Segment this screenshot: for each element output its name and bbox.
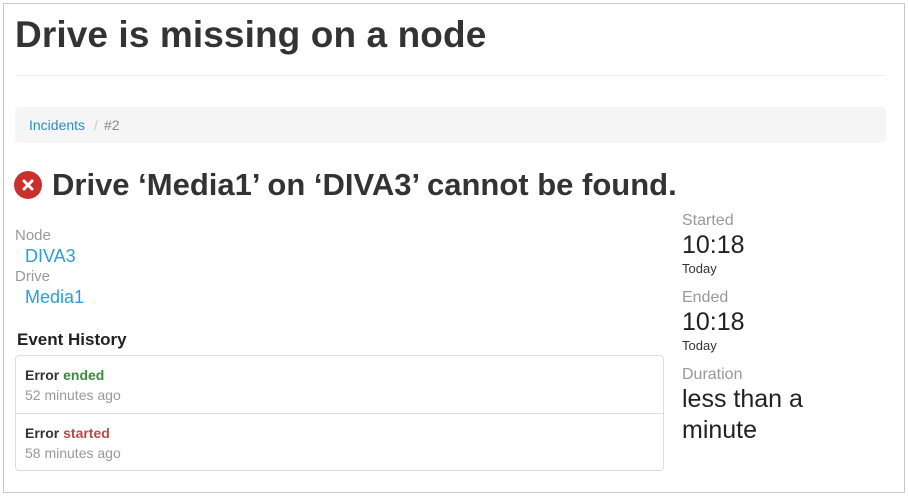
title-divider xyxy=(15,75,886,76)
drive-link[interactable]: Media1 xyxy=(15,286,84,309)
started-day: Today xyxy=(682,261,717,276)
drive-label: Drive xyxy=(15,268,51,285)
error-circle-x-icon xyxy=(14,171,42,199)
event-description: Error ended xyxy=(25,366,654,384)
duration-block: Duration less than a minute xyxy=(682,366,892,446)
breadcrumb-incidents-link[interactable]: Incidents xyxy=(29,117,85,133)
ended-label: Ended xyxy=(682,289,729,306)
ended-day: Today xyxy=(682,338,717,353)
breadcrumb: Incidents / #2 xyxy=(15,107,886,143)
breadcrumb-current: #2 xyxy=(103,117,120,133)
started-block: Started 10:18 Today xyxy=(682,212,892,277)
breadcrumb-separator: / xyxy=(94,117,98,133)
node-link[interactable]: DIVA3 xyxy=(15,245,84,268)
node-label: Node xyxy=(15,227,51,244)
event-status-started: started xyxy=(63,425,110,441)
list-item: Error ended 52 minutes ago xyxy=(16,356,663,413)
incident-timing-summary: Started 10:18 Today Ended 10:18 Today Du… xyxy=(682,212,892,458)
event-time: 58 minutes ago xyxy=(25,445,121,461)
ended-block: Ended 10:18 Today xyxy=(682,289,892,354)
started-time: 10:18 xyxy=(682,231,745,259)
event-history-list: Error ended 52 minutes ago Error started… xyxy=(15,355,664,471)
event-status-ended: ended xyxy=(63,367,105,383)
incident-properties: Node DIVA3 Drive Media1 xyxy=(15,227,84,309)
event-history-heading: Event History xyxy=(17,330,127,349)
event-description: Error started xyxy=(25,424,654,442)
event-subject: Error xyxy=(25,367,60,383)
event-subject: Error xyxy=(25,425,60,441)
page-title: Drive is missing on a node xyxy=(15,14,487,55)
event-time: 52 minutes ago xyxy=(25,387,121,403)
list-item: Error started 58 minutes ago xyxy=(16,413,663,470)
started-label: Started xyxy=(682,212,734,229)
duration-value: less than a minute xyxy=(682,385,803,444)
duration-label: Duration xyxy=(682,366,743,383)
incident-heading: Drive ‘Media1’ on ‘DIVA3’ cannot be foun… xyxy=(14,167,677,203)
ended-time: 10:18 xyxy=(682,308,745,336)
incident-title: Drive ‘Media1’ on ‘DIVA3’ cannot be foun… xyxy=(52,167,677,202)
